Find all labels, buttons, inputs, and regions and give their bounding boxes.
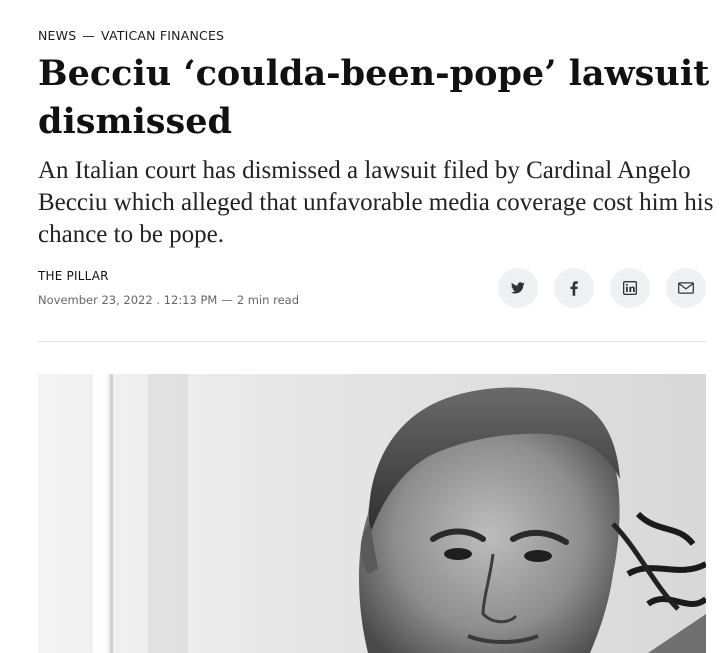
- article-dek: An Italian court has dismissed a lawsuit…: [38, 157, 714, 248]
- author-byline[interactable]: THE PILLAR: [38, 269, 109, 283]
- article-kicker: NEWS — VATICAN FINANCES: [38, 28, 224, 43]
- share-linkedin-button[interactable]: [610, 268, 650, 308]
- hero-image: [38, 374, 706, 653]
- header-divider: [38, 341, 706, 342]
- email-icon: [678, 282, 694, 294]
- publish-date: November 23, 2022 . 12:13 PM: [38, 293, 218, 307]
- facebook-icon: [570, 280, 578, 296]
- section-label[interactable]: NEWS: [38, 28, 76, 43]
- article-meta: November 23, 2022 . 12:13 PM —2 min read: [38, 293, 299, 307]
- topic-label[interactable]: VATICAN FINANCES: [101, 28, 224, 43]
- share-email-button[interactable]: [666, 268, 706, 308]
- read-time: 2 min read: [236, 293, 300, 307]
- share-facebook-button[interactable]: [554, 268, 594, 308]
- meta-separator: —: [221, 293, 233, 307]
- twitter-icon: [511, 282, 525, 294]
- article-headline: Becciu ‘coulda-been-pope’ lawsuit dismis…: [38, 53, 710, 142]
- kicker-separator: —: [82, 28, 96, 43]
- share-bar: [498, 268, 706, 308]
- linkedin-icon: [623, 281, 637, 295]
- share-twitter-button[interactable]: [498, 268, 538, 308]
